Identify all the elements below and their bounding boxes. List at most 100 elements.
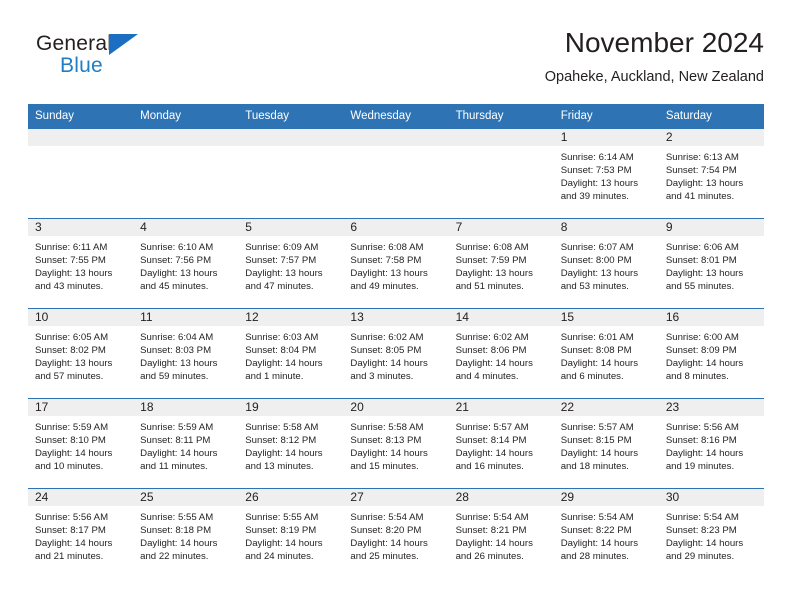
day-number: 29 (560, 490, 575, 504)
day-number: 21 (455, 400, 469, 414)
day-cell[interactable]: 22 Sunrise: 5:57 AM Sunset: 8:15 PM Dayligh… (553, 399, 659, 488)
day-number: 28 (455, 490, 469, 504)
calendar-grid: Sunday Monday Tuesday Wednesday Thursday… (28, 104, 764, 578)
day-details: Sunrise: 6:00 AM Sunset: 8:09 PM Daylight:… (659, 326, 764, 383)
sunrise-text: Sunrise: 6:06 AM (665, 242, 739, 253)
daylight-text-line2: and 18 minutes. (560, 461, 629, 473)
week-grid: 10 Sunrise: 6:05 AM Sunset: 8:02 PM Dayligh… (28, 309, 764, 398)
day-cell[interactable]: 9 Sunrise: 6:06 AM Sunset: 8:01 PM Daylight… (658, 219, 764, 308)
daylight-text-line2: and 1 minute. (245, 371, 304, 383)
day-number: 22 (560, 400, 575, 414)
day-cell-empty (28, 129, 134, 218)
day-cell[interactable]: 24 Sunrise: 5:56 AM Sunset: 8:17 PM Dayligh… (28, 489, 134, 578)
daylight-text-line1: Daylight: 14 hours (245, 448, 323, 460)
daylight-text-line1: Daylight: 13 hours (665, 178, 744, 190)
daylight-text-line2: and 28 minutes. (560, 551, 629, 563)
weekday-header-row: Sunday Monday Tuesday Wednesday Thursday… (28, 104, 764, 129)
sunset-text: Sunset: 8:15 PM (560, 435, 632, 447)
day-details: Sunrise: 6:06 AM Sunset: 8:01 PM Daylight:… (659, 236, 764, 293)
day-cell[interactable]: 13 Sunrise: 6:02 AM Sunset: 8:05 PM Dayligh… (343, 309, 449, 398)
sunrise-text: Sunrise: 6:13 AM (665, 152, 739, 163)
sunset-text: Sunset: 7:57 PM (245, 255, 317, 267)
day-cell[interactable]: 20 Sunrise: 5:58 AM Sunset: 8:13 PM Dayligh… (343, 399, 449, 488)
sunrise-text: Sunrise: 6:01 AM (560, 332, 634, 343)
day-cell[interactable]: 6 Sunrise: 6:08 AM Sunset: 7:58 PM Daylight… (343, 219, 449, 308)
weekday-friday: Friday (560, 110, 593, 122)
daylight-text-line2: and 49 minutes. (350, 281, 419, 293)
day-number: 17 (35, 400, 49, 414)
daylight-text-line1: Daylight: 13 hours (665, 268, 744, 280)
day-cell[interactable]: 26 Sunrise: 5:55 AM Sunset: 8:19 PM Dayligh… (238, 489, 344, 578)
day-cell[interactable]: 4 Sunrise: 6:10 AM Sunset: 7:56 PM Daylight… (133, 219, 239, 308)
sunrise-text: Sunrise: 6:08 AM (455, 242, 529, 253)
daylight-text-line1: Daylight: 13 hours (560, 268, 639, 280)
daylight-text-line1: Daylight: 14 hours (665, 448, 744, 460)
day-cell[interactable]: 14 Sunrise: 6:02 AM Sunset: 8:06 PM Dayligh… (448, 309, 554, 398)
day-number: 15 (560, 310, 575, 324)
day-cell[interactable]: 16 Sunrise: 6:00 AM Sunset: 8:09 PM Dayligh… (658, 309, 764, 398)
day-number: 30 (665, 490, 680, 504)
daylight-text-line1: Daylight: 14 hours (245, 358, 323, 370)
day-cell[interactable]: 19 Sunrise: 5:58 AM Sunset: 8:12 PM Dayligh… (238, 399, 344, 488)
calendar-weeks: 1 Sunrise: 6:14 AM Sunset: 7:53 PM Daylight… (28, 129, 764, 578)
day-details: Sunrise: 5:56 AM Sunset: 8:16 PM Daylight:… (659, 416, 764, 473)
day-cell[interactable]: 18 Sunrise: 5:59 AM Sunset: 8:11 PM Dayligh… (133, 399, 239, 488)
day-number (28, 129, 133, 146)
day-number: 1 (560, 130, 568, 144)
day-cell[interactable]: 30 Sunrise: 5:54 AM Sunset: 8:23 PM Dayligh… (658, 489, 764, 578)
brand-name-general: General (36, 32, 113, 55)
day-cell[interactable]: 10 Sunrise: 6:05 AM Sunset: 8:02 PM Dayligh… (28, 309, 134, 398)
day-details: Sunrise: 5:59 AM Sunset: 8:10 PM Daylight:… (28, 416, 133, 473)
calendar-week-row: 3 Sunrise: 6:11 AM Sunset: 7:55 PM Daylight… (28, 218, 764, 308)
day-cell[interactable]: 29 Sunrise: 5:54 AM Sunset: 8:22 PM Dayligh… (553, 489, 659, 578)
day-details: Sunrise: 5:54 AM Sunset: 8:23 PM Daylight:… (659, 506, 764, 563)
daylight-text-line2: and 53 minutes. (560, 281, 629, 293)
day-cell[interactable]: 28 Sunrise: 5:54 AM Sunset: 8:21 PM Dayligh… (448, 489, 554, 578)
day-cell[interactable]: 7 Sunrise: 6:08 AM Sunset: 7:59 PM Daylight… (448, 219, 554, 308)
day-cell[interactable]: 25 Sunrise: 5:55 AM Sunset: 8:18 PM Dayligh… (133, 489, 239, 578)
day-details: Sunrise: 6:05 AM Sunset: 8:02 PM Daylight:… (28, 326, 133, 383)
day-details: Sunrise: 6:04 AM Sunset: 8:03 PM Daylight:… (133, 326, 238, 383)
sunset-text: Sunset: 8:06 PM (455, 345, 527, 357)
daylight-text-line1: Daylight: 14 hours (350, 358, 428, 370)
day-cell[interactable]: 21 Sunrise: 5:57 AM Sunset: 8:14 PM Dayligh… (448, 399, 554, 488)
sunrise-text: Sunrise: 5:58 AM (245, 422, 319, 433)
sunset-text: Sunset: 7:54 PM (665, 165, 737, 177)
day-cell[interactable]: 5 Sunrise: 6:09 AM Sunset: 7:57 PM Daylight… (238, 219, 344, 308)
sunrise-text: Sunrise: 6:04 AM (140, 332, 214, 343)
sunrise-text: Sunrise: 5:57 AM (560, 422, 634, 433)
calendar-week-row: 24 Sunrise: 5:56 AM Sunset: 8:17 PM Dayligh… (28, 488, 764, 578)
daylight-text-line1: Daylight: 14 hours (455, 538, 533, 550)
daylight-text-line1: Daylight: 13 hours (140, 268, 218, 280)
day-cell[interactable]: 11 Sunrise: 6:04 AM Sunset: 8:03 PM Dayligh… (133, 309, 239, 398)
day-cell[interactable]: 2 Sunrise: 6:13 AM Sunset: 7:54 PM Daylight… (658, 129, 764, 218)
day-number: 20 (350, 400, 364, 414)
day-cell[interactable]: 8 Sunrise: 6:07 AM Sunset: 8:00 PM Daylight… (553, 219, 659, 308)
sunset-text: Sunset: 8:14 PM (455, 435, 527, 447)
day-cell[interactable]: 12 Sunrise: 6:03 AM Sunset: 8:04 PM Dayligh… (238, 309, 344, 398)
sunset-text: Sunset: 8:08 PM (560, 345, 632, 357)
day-cell[interactable]: 17 Sunrise: 5:59 AM Sunset: 8:10 PM Dayligh… (28, 399, 134, 488)
sunrise-text: Sunrise: 5:54 AM (350, 512, 424, 523)
daylight-text-line1: Daylight: 14 hours (35, 538, 113, 550)
day-details: Sunrise: 5:54 AM Sunset: 8:22 PM Daylight:… (554, 506, 659, 563)
sunset-text: Sunset: 8:16 PM (665, 435, 737, 447)
day-cell[interactable]: 3 Sunrise: 6:11 AM Sunset: 7:55 PM Daylight… (28, 219, 134, 308)
day-cell[interactable]: 15 Sunrise: 6:01 AM Sunset: 8:08 PM Dayligh… (553, 309, 659, 398)
sunrise-text: Sunrise: 6:00 AM (665, 332, 739, 343)
day-number (449, 129, 554, 146)
day-number (343, 129, 448, 146)
day-number: 5 (245, 220, 252, 234)
day-cell-empty (343, 129, 449, 218)
weekday-saturday: Saturday (665, 110, 712, 122)
daylight-text-line2: and 51 minutes. (455, 281, 524, 293)
day-cell[interactable]: 23 Sunrise: 5:56 AM Sunset: 8:16 PM Dayligh… (658, 399, 764, 488)
day-number (238, 129, 343, 146)
sunset-text: Sunset: 8:05 PM (350, 345, 422, 357)
day-cell[interactable]: 1 Sunrise: 6:14 AM Sunset: 7:53 PM Daylight… (553, 129, 659, 218)
daylight-text-line1: Daylight: 13 hours (35, 268, 113, 280)
daylight-text-line2: and 41 minutes. (665, 191, 735, 203)
day-details: Sunrise: 6:09 AM Sunset: 7:57 PM Daylight:… (238, 236, 343, 293)
brand-logo[interactable]: General Blue (28, 32, 258, 92)
day-cell[interactable]: 27 Sunrise: 5:54 AM Sunset: 8:20 PM Dayligh… (343, 489, 449, 578)
